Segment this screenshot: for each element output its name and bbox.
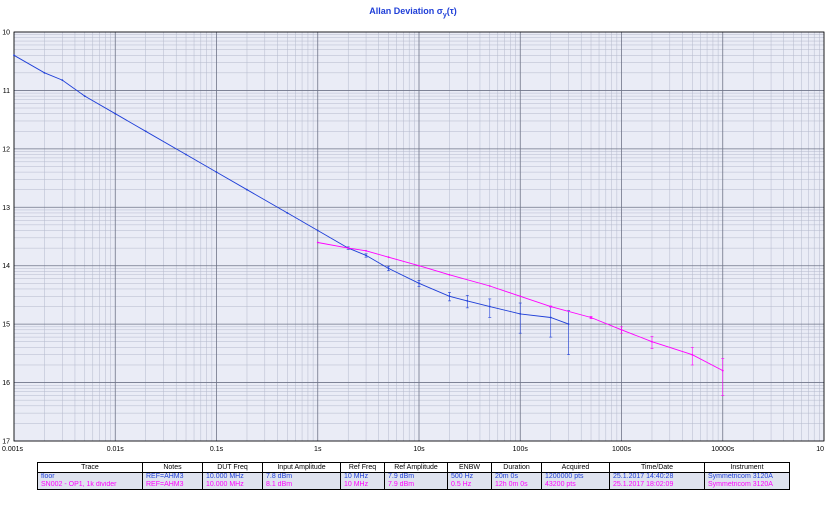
data-point <box>114 112 117 115</box>
chart-title: Allan Deviation σy(τ) <box>369 6 457 19</box>
legend-cell: 1200000 pts <box>541 472 610 481</box>
legend-header-cell: Instrument <box>704 462 790 473</box>
data-point <box>347 247 350 250</box>
x-tick-label: 0.01s <box>107 446 125 453</box>
legend-cell: REF=AHM3 <box>142 481 203 490</box>
legend-cell: 7.9 dBm <box>384 481 448 490</box>
x-tick-label: 1000s <box>612 446 632 453</box>
legend-cell: SN002 - OP1, 1k divider <box>37 481 143 490</box>
allan-deviation-chart: Allan Deviation σy(τ) 0.001s 0.01s 0.1s 1s 1… <box>2 6 825 453</box>
y-tick-label: 10 <box>2 30 10 37</box>
legend-cell: 7.8 dBm <box>262 472 341 481</box>
y-tick-label: 14 <box>2 263 10 270</box>
legend-cell: 8.1 dBm <box>262 481 341 490</box>
x-tick-label: 10 <box>816 446 824 453</box>
data-point <box>519 295 522 298</box>
legend-cell: 10 MHz <box>340 472 385 481</box>
legend-cell: 500 Hz <box>447 472 492 481</box>
y-tick-label: 15 <box>2 322 10 329</box>
legend-header-cell: Input Amplitude <box>262 462 341 473</box>
data-point <box>365 249 367 252</box>
x-tick-label: 10s <box>413 446 425 453</box>
x-tick-label: 0.1s <box>210 446 224 453</box>
legend-header-cell: Notes <box>142 462 203 473</box>
y-tick-label: 13 <box>2 205 10 212</box>
data-point <box>185 153 187 156</box>
legend-header-cell: Time/Date <box>609 462 705 473</box>
legend-row: SN002 - OP1, 1k divider REF=AHM3 10.000 MH… <box>37 481 790 490</box>
legend-header-cell: Ref Amplitude <box>384 462 448 473</box>
data-point <box>144 130 147 133</box>
data-point <box>246 188 248 191</box>
legend-cell: REF=AHM3 <box>142 472 203 481</box>
legend-cell: 25.1.2017 18:02:09 <box>609 481 705 490</box>
legend-cell: 12h 0m 0s <box>491 481 542 490</box>
x-tick-label: 10000s <box>711 446 734 453</box>
legend-cell: floor <box>37 472 143 481</box>
y-tick-label: 17 <box>2 439 10 446</box>
legend-header-cell: ENBW <box>447 462 492 473</box>
x-axis: 0.001s 0.01s 0.1s 1s 10s 100s 1000s 10000s 10 <box>2 446 824 453</box>
x-tick-label: 100s <box>513 446 529 453</box>
data-point <box>418 264 420 267</box>
legend-table: Trace Notes DUT Freq Input Amplitude Ref Fre… <box>37 462 790 490</box>
legend-cell: 7.9 dBm <box>384 472 448 481</box>
data-point <box>43 71 46 74</box>
x-tick-label: 1s <box>314 446 322 453</box>
legend-cell: 0.5 Hz <box>447 481 492 490</box>
data-point <box>448 273 451 276</box>
legend-header-cell: DUT Freq <box>202 462 263 473</box>
y-tick-label: 16 <box>2 380 10 387</box>
legend-cell: Symmetricom 3120A <box>704 472 790 481</box>
data-point <box>61 79 64 82</box>
legend-cell: 20m 0s <box>491 472 542 481</box>
legend-cell: 10.000 MHz <box>202 481 263 490</box>
y-axis: 10 11 12 13 14 15 16 17 <box>2 30 10 446</box>
legend-cell: 25.1.2017 14:40:28 <box>609 472 705 481</box>
data-point <box>83 95 86 97</box>
legend-header-cell: Acquired <box>541 462 610 473</box>
y-tick-label: 11 <box>3 88 10 95</box>
data-point <box>215 171 218 174</box>
legend-row: floor REF=AHM3 10.000 MHz 7.8 dBm 10 MHz 7.9 … <box>37 472 790 481</box>
x-tick-label: 0.001s <box>2 446 24 453</box>
legend-cell: Symmetricom 3120A <box>704 481 790 490</box>
legend-header-row: Trace Notes DUT Freq Input Amplitude Ref Fre… <box>37 462 790 473</box>
legend-cell: 10.000 MHz <box>202 472 263 481</box>
data-point <box>488 285 491 287</box>
y-tick-label: 12 <box>2 146 10 153</box>
data-point <box>316 241 319 244</box>
data-point <box>316 229 319 232</box>
legend-header-cell: Trace <box>37 462 143 473</box>
data-point <box>286 212 289 214</box>
legend-cell: 43200 pts <box>541 481 610 490</box>
data-point <box>387 256 390 259</box>
legend-header-cell: Ref Freq <box>340 462 385 473</box>
legend-header-cell: Duration <box>491 462 542 473</box>
data-point <box>13 54 15 57</box>
legend-cell: 10 MHz <box>340 481 385 490</box>
